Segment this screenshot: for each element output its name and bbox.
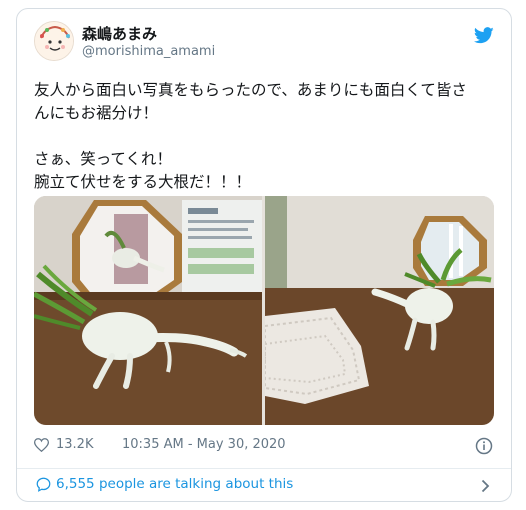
chevron-right-icon xyxy=(481,478,490,493)
like-count[interactable]: 13.2K xyxy=(56,437,93,452)
media-gallery xyxy=(34,196,494,425)
tweet-line: 腕立て伏せをする大根だ！！！ xyxy=(34,173,252,191)
info-icon[interactable] xyxy=(475,437,493,455)
talking-about-link[interactable]: 6,555 people are talking about this xyxy=(17,469,511,501)
talking-about-text: 6,555 people are talking about this xyxy=(56,476,294,492)
tweet-text: 友人から面白い写真をもらったので、あまりにも面白くて皆さ んにもお裾分け！ さぁ… xyxy=(34,79,496,194)
comment-icon xyxy=(36,477,51,492)
tweet-line: んにもお裾分け！ xyxy=(34,104,159,122)
daikon-doily-photo[interactable] xyxy=(264,196,494,425)
avatar[interactable] xyxy=(34,21,74,61)
display-name[interactable]: 森嶋あまみ xyxy=(82,23,157,44)
tweet-timestamp[interactable]: 10:35 AM - May 30, 2020 xyxy=(122,437,286,452)
tweet-line: さぁ、笑ってくれ！ xyxy=(34,150,172,168)
tweet-line: 友人から面白い写真をもらったので、あまりにも面白くて皆さ xyxy=(34,81,467,99)
twitter-bird-icon[interactable] xyxy=(473,27,494,44)
user-handle[interactable]: @morishima_amami xyxy=(82,44,215,59)
tweet-card: 森嶋あまみ @morishima_amami 友人から面白い写真をもらったので、… xyxy=(16,8,512,502)
heart-icon[interactable] xyxy=(33,438,50,453)
daikon-mirror-photo[interactable] xyxy=(34,196,262,425)
